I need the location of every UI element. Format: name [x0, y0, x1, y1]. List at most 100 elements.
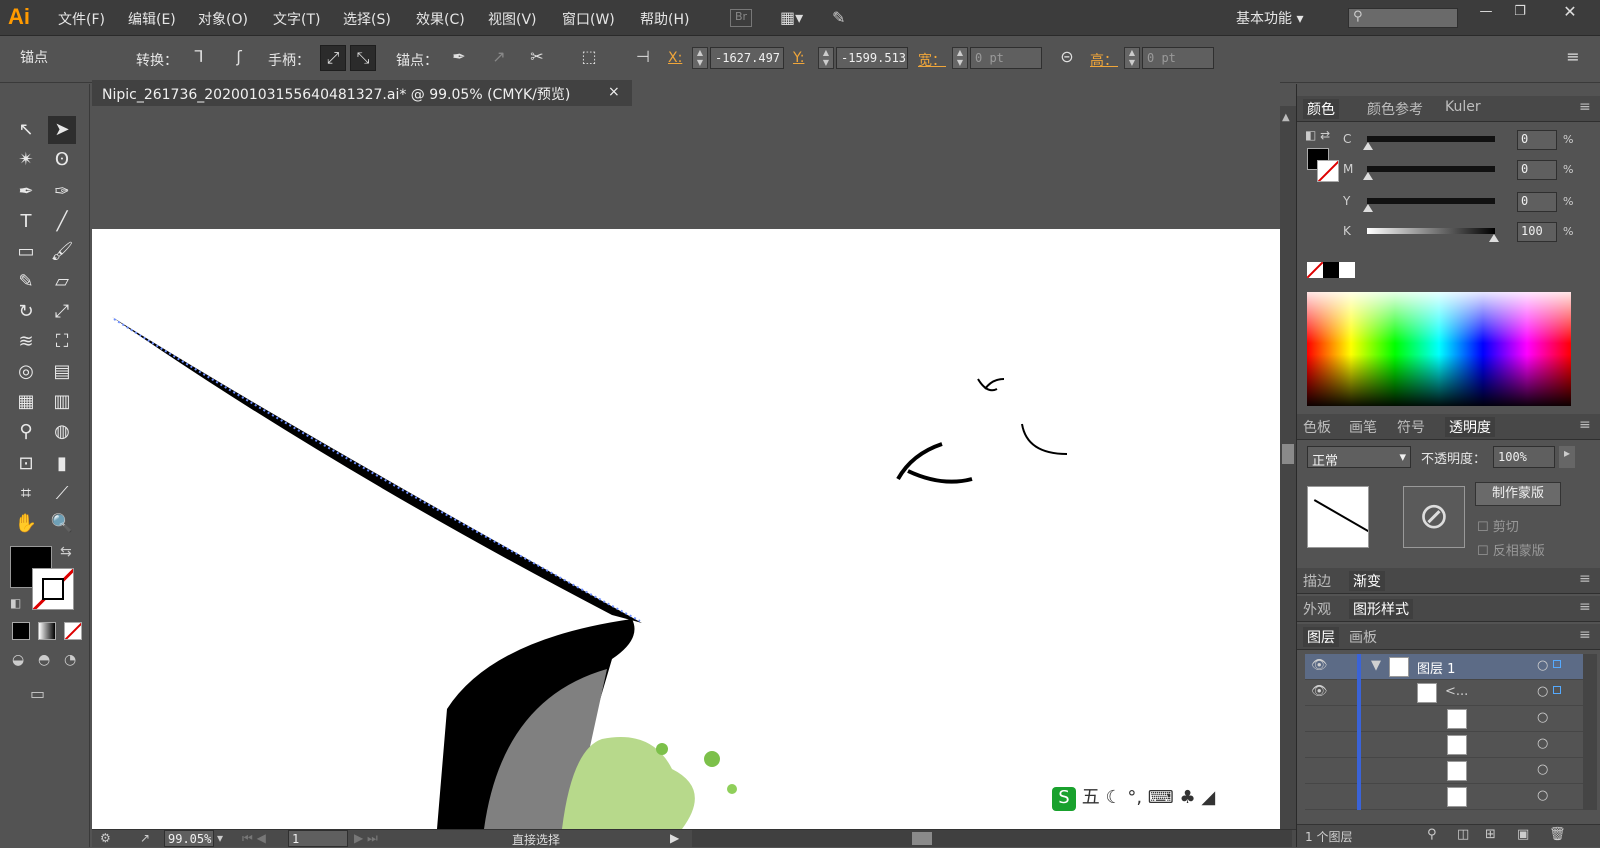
page-field[interactable]: 1 — [288, 830, 348, 847]
rotate-tool-icon[interactable]: ↻ — [12, 298, 40, 326]
symbol-sprayer-tool-icon[interactable]: ⊡ — [12, 450, 40, 478]
control-menu-icon[interactable]: ≡ — [1560, 45, 1586, 71]
minimize-button[interactable]: — — [1472, 4, 1500, 24]
tab-stroke[interactable]: 描边 — [1303, 571, 1331, 591]
isolate-icon[interactable]: ⬚ — [576, 45, 602, 71]
remove-anchor-icon[interactable]: ✒ — [446, 45, 472, 71]
menu-file[interactable]: 文件(F) — [58, 9, 105, 29]
eye-icon[interactable]: 👁 — [1311, 684, 1328, 699]
yellow-knob[interactable] — [1363, 204, 1373, 212]
selected-path[interactable] — [113, 318, 641, 622]
screen-mode-icon[interactable]: ▭ — [30, 684, 45, 703]
blend-tool-icon[interactable]: ◍ — [48, 418, 76, 446]
mesh-tool-icon[interactable]: ▦ — [12, 388, 40, 416]
clip-checkbox[interactable]: ☐ 剪切 — [1477, 516, 1519, 535]
delete-layer-icon[interactable]: 🗑 — [1549, 827, 1566, 842]
draw-normal-icon[interactable]: ◒ — [12, 652, 24, 668]
layer-name[interactable]: 图层 1 — [1417, 658, 1455, 677]
sublayer-row[interactable]: ○ — [1305, 732, 1587, 758]
gradient-mode-icon[interactable] — [38, 622, 56, 640]
invert-mask-checkbox[interactable]: ☐ 反相蒙版 — [1477, 540, 1545, 559]
panel-menu-icon[interactable]: ≡ — [1579, 599, 1591, 615]
yellow-field[interactable]: 0 — [1517, 192, 1557, 212]
no-mask-icon[interactable]: ⊘ — [1403, 486, 1465, 548]
menu-edit[interactable]: 编辑(E) — [128, 9, 176, 29]
height-field[interactable]: 0 pt — [1142, 47, 1214, 69]
tab-artboards[interactable]: 画板 — [1349, 627, 1377, 647]
warp-tool-icon[interactable]: ≋ — [12, 328, 40, 356]
stroke-swatch[interactable] — [32, 568, 74, 610]
selection-tool-icon[interactable]: ↖ — [12, 116, 40, 144]
tab-color-guide[interactable]: 颜色参考 — [1367, 99, 1423, 119]
cyan-field[interactable]: 0 — [1517, 130, 1557, 150]
rectangle-tool-icon[interactable]: ▭ — [12, 238, 40, 266]
next-page-icon[interactable]: ▶ ⏭ — [354, 831, 378, 846]
hide-handles-icon[interactable]: ⤡ — [350, 45, 376, 71]
workspace-switcher[interactable]: 基本功能 ▾ — [1236, 8, 1303, 28]
free-transform-tool-icon[interactable]: ⛶ — [48, 328, 76, 356]
document-tab[interactable]: Nipic_261736_20200103155640481327.ai* @ … — [92, 80, 632, 106]
layers-scrollbar[interactable] — [1583, 654, 1597, 810]
color-mode-icon[interactable] — [12, 622, 30, 640]
layer-row[interactable]: 👁 ▼ 图层 1 ○ — [1305, 654, 1587, 680]
white-swatch[interactable] — [1339, 262, 1355, 278]
tab-color[interactable]: 颜色 — [1303, 99, 1339, 119]
pencil-tool-icon[interactable]: ✎ — [12, 268, 40, 296]
type-tool-icon[interactable]: T — [12, 208, 40, 236]
artboard-tool-icon[interactable]: ⌗ — [12, 480, 40, 508]
swap-fill-stroke-icon[interactable]: ⇆ — [60, 544, 72, 560]
target-icon[interactable]: ○ — [1537, 658, 1548, 673]
brush-stroke-beak[interactable] — [112, 317, 642, 623]
magenta-knob[interactable] — [1363, 172, 1373, 180]
tab-gradient[interactable]: 渐变 — [1349, 571, 1385, 591]
sublayer-row[interactable]: ○ — [1305, 784, 1587, 810]
opacity-dropdown-icon[interactable]: ▸ — [1559, 446, 1575, 468]
none-swatch[interactable] — [1307, 262, 1323, 278]
object-thumbnail[interactable] — [1307, 486, 1369, 548]
selection-indicator[interactable] — [1553, 660, 1561, 668]
sublayer-name[interactable]: <... — [1445, 684, 1468, 699]
x-field[interactable]: -1627.497 — [710, 47, 784, 69]
cyan-knob[interactable] — [1363, 142, 1373, 150]
line-tool-icon[interactable]: ╱ — [48, 208, 76, 236]
color-spectrum[interactable] — [1307, 292, 1571, 406]
opacity-field[interactable]: 100% — [1493, 446, 1555, 468]
first-page-icon[interactable]: ⏮ ◀ — [242, 831, 266, 846]
zoom-tool-icon[interactable]: 🔍 — [48, 510, 76, 538]
scale-tool-icon[interactable]: ⤢ — [48, 298, 76, 326]
eraser-tool-icon[interactable]: ▱ — [48, 268, 76, 296]
menu-select[interactable]: 选择(S) — [343, 9, 391, 29]
selection-indicator[interactable] — [1553, 686, 1561, 694]
menu-text[interactable]: 文字(T) — [273, 9, 320, 29]
draw-inside-icon[interactable]: ◔ — [64, 652, 76, 668]
slice-tool-icon[interactable]: ⟋ — [48, 480, 76, 508]
lasso-tool-icon[interactable]: ʘ — [48, 146, 76, 174]
paintbrush-tool-icon[interactable]: 🖌 — [48, 238, 76, 266]
panel-menu-icon[interactable]: ≡ — [1579, 571, 1591, 587]
new-layer-icon[interactable]: ▣ — [1517, 827, 1529, 842]
status-icon[interactable]: ⚙ — [100, 831, 111, 845]
tab-swatches[interactable]: 色板 — [1303, 417, 1331, 437]
magenta-field[interactable]: 0 — [1517, 160, 1557, 180]
default-color-icon[interactable]: ◧ ⇄ — [1305, 128, 1330, 142]
menu-object[interactable]: 对象(O) — [198, 9, 248, 29]
perspective-grid-tool-icon[interactable]: ▤ — [48, 358, 76, 386]
scroll-up-icon[interactable]: ▲ — [1282, 112, 1290, 123]
none-mode-icon[interactable] — [64, 622, 82, 640]
menu-window[interactable]: 窗口(W) — [562, 9, 615, 29]
width-stepper[interactable]: ▲ ▼ — [952, 47, 968, 69]
zoom-dropdown-icon[interactable]: ▾ — [217, 831, 223, 845]
scroll-thumb[interactable] — [1282, 444, 1294, 464]
tab-graphic-styles[interactable]: 图形样式 — [1349, 599, 1413, 619]
cut-path-icon[interactable]: ✂ — [524, 45, 550, 71]
restore-button[interactable]: ❐ — [1506, 4, 1534, 24]
export-icon[interactable]: ↗ — [140, 831, 150, 845]
black-slider[interactable] — [1367, 228, 1495, 234]
menu-view[interactable]: 视图(V) — [488, 9, 537, 29]
sublayer-row[interactable]: 👁 <... ○ — [1305, 680, 1587, 706]
graph-tool-icon[interactable]: ▮ — [48, 450, 76, 478]
tab-brushes[interactable]: 画笔 — [1349, 417, 1377, 437]
quick-swatches[interactable] — [1307, 262, 1355, 278]
y-field[interactable]: -1599.513 — [836, 47, 908, 69]
target-icon[interactable]: ○ — [1537, 788, 1548, 803]
